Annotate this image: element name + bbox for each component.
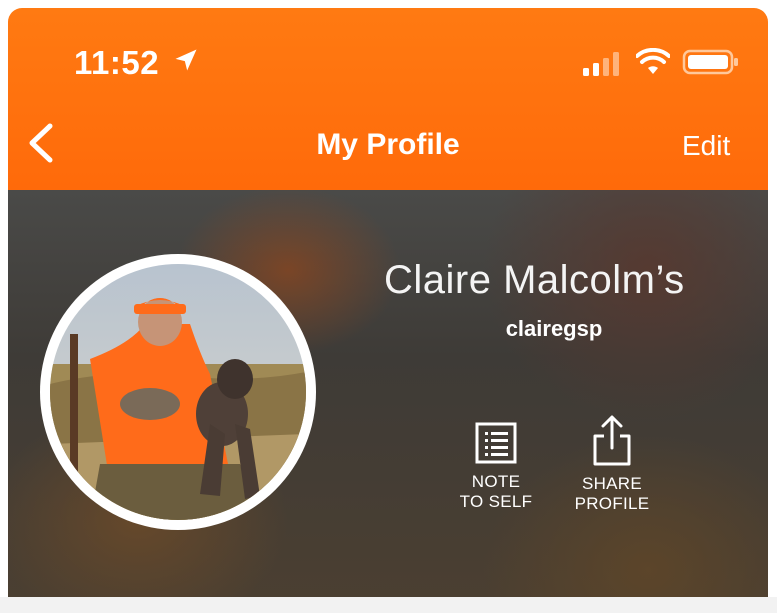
- note-to-self-button[interactable]: NOTE TO SELF: [436, 420, 556, 512]
- avatar[interactable]: [40, 254, 316, 530]
- content-divider: [0, 597, 777, 613]
- note-to-self-label: NOTE TO SELF: [436, 472, 556, 512]
- share-icon: [593, 415, 631, 466]
- share-profile-button[interactable]: SHARE PROFILE: [552, 414, 672, 514]
- profile-username: clairegsp: [505, 316, 603, 341]
- cellular-signal-icon: [583, 52, 619, 76]
- profile-photo-icon: [50, 264, 306, 520]
- page-title: My Profile: [316, 128, 460, 161]
- status-time: 11:52: [74, 44, 160, 81]
- note-label-line2: TO SELF: [459, 492, 533, 511]
- profile-name: Claire Malcolm’s: [384, 258, 685, 302]
- share-profile-label: SHARE PROFILE: [552, 474, 672, 514]
- note-icon: [475, 422, 517, 464]
- share-label-line2: PROFILE: [574, 494, 650, 513]
- edit-button[interactable]: Edit: [682, 130, 730, 162]
- header-bar: 11:52 My Profile Edit: [8, 8, 768, 190]
- battery-icon: [682, 49, 738, 75]
- share-label-line1: SHARE: [581, 474, 643, 493]
- note-label-line1: NOTE: [471, 472, 521, 491]
- wifi-icon: [636, 48, 670, 74]
- location-arrow-icon: [175, 49, 197, 71]
